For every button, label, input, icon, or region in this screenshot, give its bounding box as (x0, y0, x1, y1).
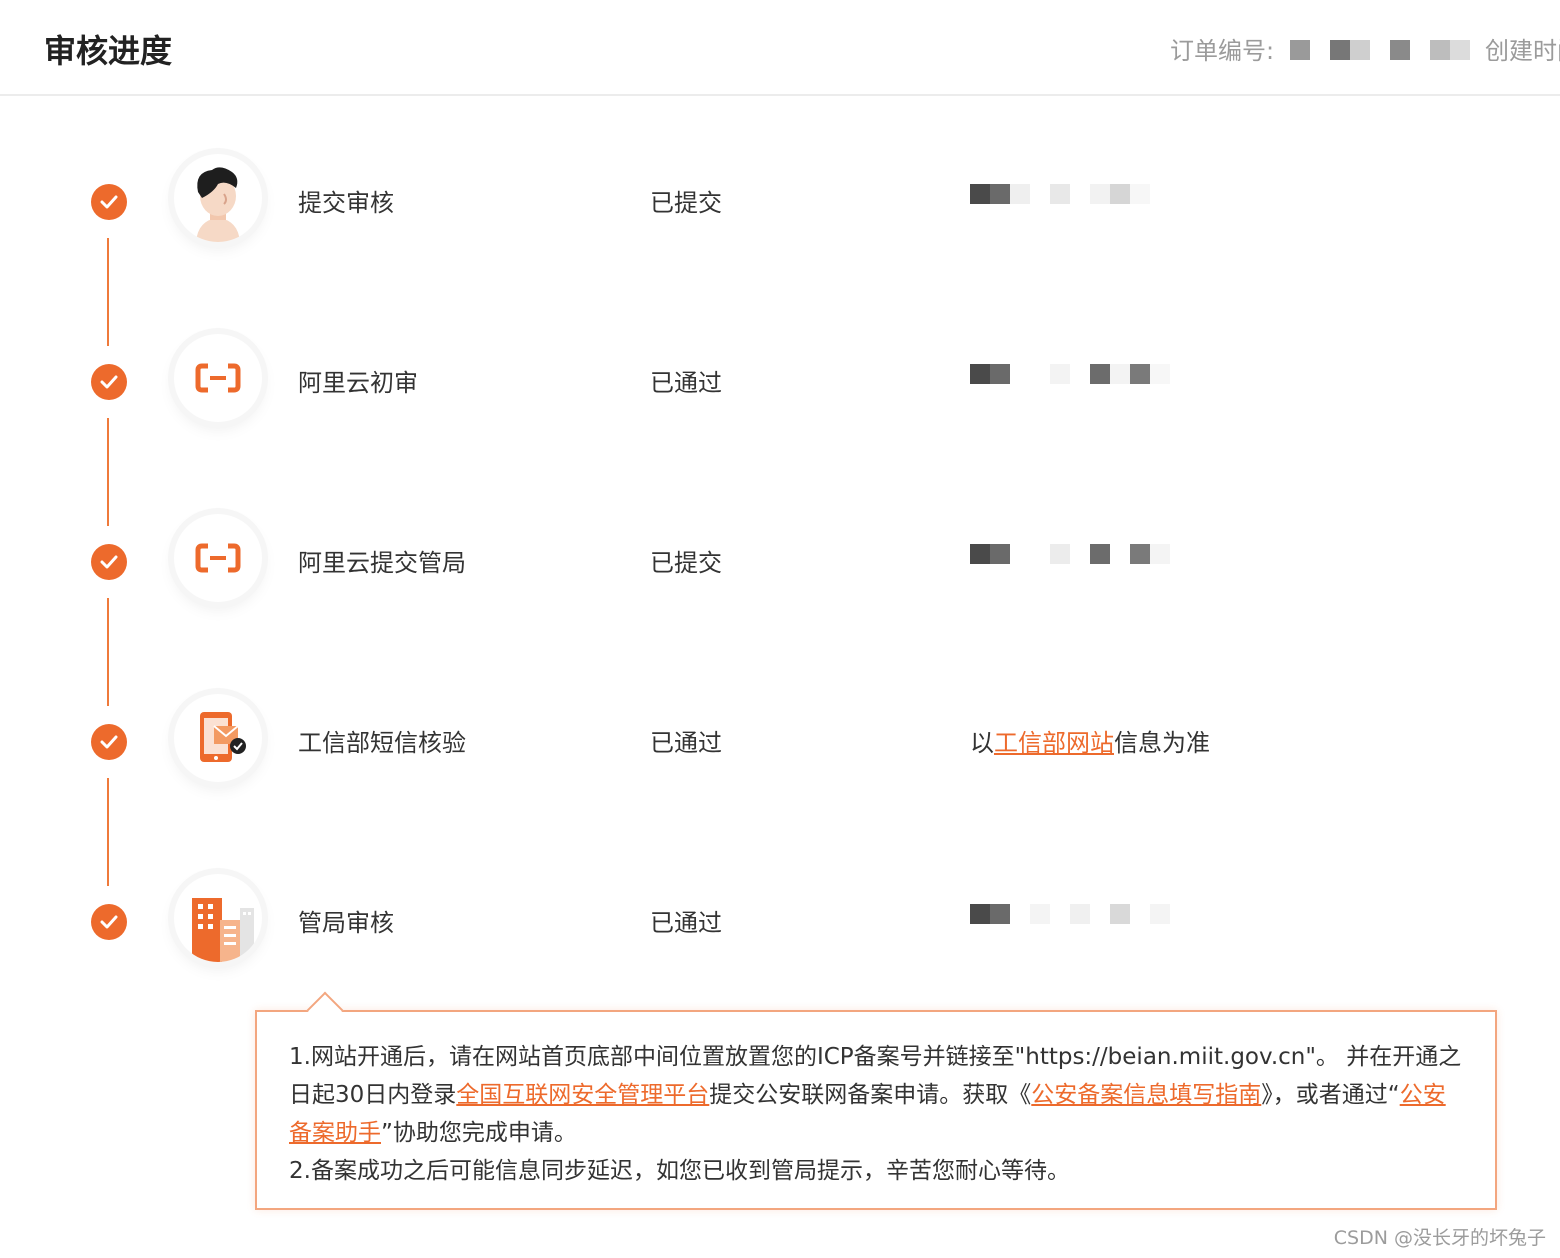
step-time-redacted (970, 364, 1170, 384)
timeline-line (107, 238, 109, 346)
notice-box: 1.网站开通后，请在网站首页底部中间位置放置您的ICP备案号并链接至"https… (255, 1010, 1497, 1210)
check-icon (91, 184, 127, 220)
step-status: 已提交 (650, 189, 722, 217)
step-label: 提交审核 (298, 189, 394, 217)
notice-text: 提交公安联网备案申请。获取《 (709, 1082, 1032, 1108)
phone-sms-icon (174, 694, 262, 782)
aliyun-logo-icon (174, 334, 262, 422)
order-number-redacted (1290, 40, 1470, 60)
timeline-line (107, 778, 109, 886)
notice-text: ”协助您完成申请。 (381, 1120, 577, 1146)
step-label: 阿里云提交管局 (298, 549, 466, 577)
note-suffix: 信息为准 (1114, 729, 1210, 757)
step-label: 管局审核 (298, 909, 394, 937)
timeline-line (107, 598, 109, 706)
timeline-line (107, 418, 109, 526)
miit-website-link[interactable]: 工信部网站 (994, 729, 1114, 757)
check-icon (91, 544, 127, 580)
created-time-label: 创建时间 (1485, 37, 1560, 65)
check-icon (91, 724, 127, 760)
notice-text: 》，或者通过“ (1261, 1082, 1400, 1108)
police-filing-guide-link[interactable]: 公安备案信息填写指南 (1031, 1082, 1261, 1108)
step-time-redacted (970, 544, 1170, 564)
step-status: 已通过 (650, 369, 722, 397)
step-status: 已通过 (650, 909, 722, 937)
step-label: 工信部短信核验 (298, 729, 466, 757)
notice-paragraph-2: 2.备案成功之后可能信息同步延迟，如您已收到管局提示，辛苦您耐心等待。 (289, 1158, 1070, 1184)
user-avatar-icon (174, 154, 262, 242)
building-icon (174, 874, 262, 962)
step-status: 已提交 (650, 549, 722, 577)
step-status: 已通过 (650, 729, 722, 757)
page-header: 审核进度 订单编号: 创建时间 (0, 0, 1560, 96)
step-time-redacted (970, 904, 1170, 924)
note-prefix: 以 (970, 729, 994, 757)
check-icon (91, 904, 127, 940)
check-icon (91, 364, 127, 400)
order-number-label: 订单编号: (1170, 37, 1275, 65)
national-internet-security-platform-link[interactable]: 全国互联网安全管理平台 (456, 1082, 709, 1108)
step-time-redacted (970, 184, 1150, 204)
watermark: CSDN @没长牙的坏兔子 (1333, 1227, 1546, 1249)
notice-paragraph-1: 1.网站开通后，请在网站首页底部中间位置放置您的ICP备案号并链接至"https… (289, 1038, 1463, 1152)
page-title: 审核进度 (44, 32, 173, 70)
step-note: 以工信部网站信息为准 (970, 723, 1210, 758)
aliyun-logo-icon (174, 514, 262, 602)
step-label: 阿里云初审 (298, 369, 418, 397)
